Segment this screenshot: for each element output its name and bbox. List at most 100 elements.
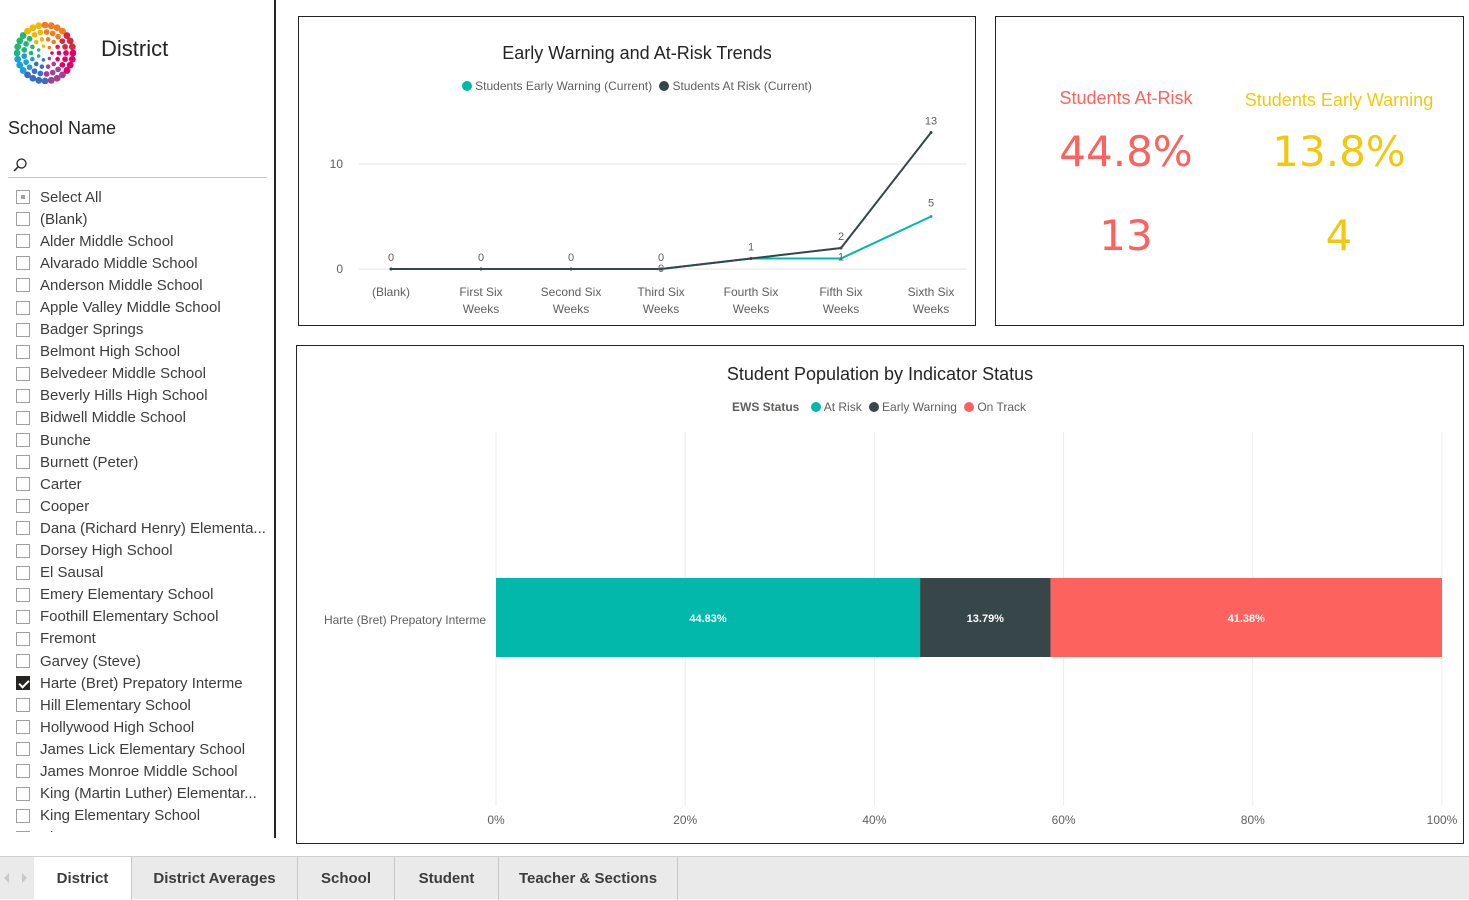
slicer-item[interactable]: Dorsey High School (16, 540, 268, 562)
slicer-item[interactable]: Belmont High School (16, 341, 268, 363)
checkbox[interactable] (16, 521, 30, 536)
checkbox[interactable] (16, 433, 30, 448)
tab-school[interactable]: School (298, 857, 395, 900)
slicer-item[interactable]: Burnett (Peter) (16, 451, 268, 473)
checkbox[interactable] (16, 300, 30, 315)
checkbox[interactable] (16, 212, 30, 227)
slicer-item[interactable]: James Lick Elementary School (16, 738, 268, 760)
tab-prev-icon[interactable] (4, 873, 9, 883)
checkbox[interactable] (16, 543, 30, 558)
slicer-item[interactable]: Select All (16, 186, 268, 208)
logo-dot (35, 76, 43, 84)
checkbox[interactable] (16, 565, 30, 580)
checkbox[interactable] (16, 278, 30, 293)
slicer-item[interactable]: Hollywood High School (16, 716, 268, 738)
tab-teacher-sections[interactable]: Teacher & Sections (499, 857, 678, 900)
checkbox[interactable] (16, 609, 30, 624)
logo-dot (23, 41, 29, 47)
slicer-item[interactable]: Bidwell Middle School (16, 407, 268, 429)
slicer-item[interactable]: King Elementary School (16, 805, 268, 827)
slicer-item[interactable]: Alder Middle School (16, 230, 268, 252)
checkbox[interactable] (16, 234, 30, 249)
slicer-item[interactable]: Badger Springs (16, 319, 268, 341)
checkbox[interactable] (16, 830, 30, 832)
logo-dot (21, 53, 28, 59)
slicer-item[interactable]: Hill Elementary School (16, 694, 268, 716)
slicer-item[interactable]: James Monroe Middle School (16, 760, 268, 782)
slicer-item-label: Dorsey High School (40, 542, 173, 560)
slicer-item[interactable]: Garvey (Steve) (16, 650, 268, 672)
checkbox[interactable] (16, 786, 30, 801)
series-line (391, 131, 932, 270)
logo-dot (63, 50, 69, 56)
checkbox[interactable] (16, 587, 30, 602)
checkbox[interactable] (16, 631, 30, 646)
slicer-item[interactable]: Fremont (16, 628, 268, 650)
slicer-item[interactable]: Belvedeer Middle School (16, 363, 268, 385)
checkbox[interactable] (16, 190, 30, 205)
checkbox[interactable] (16, 654, 30, 669)
slicer-item-label: Dana (Richard Henry) Elementa... (40, 519, 266, 537)
slicer-item-label: Hill Elementary School (40, 696, 191, 714)
slicer-item-label: El Sausal (40, 564, 104, 582)
slicer-item[interactable]: Emery Elementary School (16, 584, 268, 606)
slicer-item[interactable]: Beverly Hills High School (16, 385, 268, 407)
slicer-search-input[interactable] (8, 154, 267, 178)
slicer-item-label: Fremont (40, 630, 96, 648)
checkbox[interactable] (16, 366, 30, 381)
slicer-item[interactable]: King (Martin Luther) Elementar... (16, 783, 268, 805)
slicer-item[interactable]: Bunche (16, 429, 268, 451)
data-point (929, 131, 933, 134)
tab-district[interactable]: District (34, 857, 132, 900)
checkbox[interactable] (16, 499, 30, 514)
x-tick-label: First Six (459, 285, 502, 299)
slicer-item-label: Beverly Hills High School (40, 387, 208, 405)
slicer-item[interactable]: Foothill Elementary School (16, 606, 268, 628)
checkbox[interactable] (16, 322, 30, 337)
page-tab-bar: District District Averages School Student Te… (0, 856, 1469, 900)
logo-dot (59, 38, 66, 45)
checkbox[interactable] (16, 256, 30, 271)
checkbox[interactable] (16, 344, 30, 359)
checkbox[interactable] (16, 742, 30, 757)
slicer-item[interactable]: Harte (Bret) Prepatory Interme (16, 672, 268, 694)
checkbox[interactable] (16, 410, 30, 425)
slicer-item-label: Hollywood High School (40, 718, 195, 736)
slicer-item[interactable]: Dana (Richard Henry) Elementa... (16, 517, 268, 539)
checkbox[interactable] (16, 676, 30, 691)
logo-dot (30, 44, 35, 50)
checkbox[interactable] (16, 698, 30, 713)
checkbox[interactable] (16, 808, 30, 823)
x-tick-label: 60% (1052, 813, 1076, 827)
slicer-item[interactable]: Apple Valley Middle School (16, 296, 268, 318)
checkbox[interactable] (16, 388, 30, 403)
checkbox[interactable] (16, 477, 30, 492)
x-tick-label: Weeks (913, 302, 949, 316)
checkbox[interactable] (16, 764, 30, 779)
checkbox[interactable] (16, 720, 30, 735)
tab-district-averages[interactable]: District Averages (132, 857, 298, 900)
logo-dot (21, 47, 28, 53)
checkbox[interactable] (16, 455, 30, 470)
population-stacked-bar-chart[interactable]: 0% 20% 40% 60% 80% 100% Harte (Bret) Prepatory… (297, 346, 1463, 843)
logo-dot (59, 61, 66, 68)
logo-dot (47, 76, 55, 84)
kpi-early-warning-count: 4 (1325, 211, 1353, 260)
kpi-at-risk-percent: 44.8% (1059, 127, 1193, 176)
tab-next-icon[interactable] (22, 873, 27, 883)
slicer-item[interactable]: El Sausal (16, 562, 268, 584)
slicer-item-label: Belmont High School (40, 343, 181, 361)
slicer-item[interactable]: Carter (16, 473, 268, 495)
tab-student[interactable]: Student (395, 857, 499, 900)
trend-line-chart[interactable]: 010(Blank) First SixWeeksSecond SixWeeksT… (299, 17, 975, 325)
trend-chart-panel: Early Warning and At-Risk Trends Student… (298, 16, 976, 326)
district-logo (14, 22, 76, 84)
slicer-item[interactable]: (Blank) (16, 208, 268, 230)
logo-dot (49, 69, 56, 76)
slicer-item[interactable]: Alvarado Middle School (16, 252, 268, 274)
slicer-item[interactable]: Anderson Middle School (16, 274, 268, 296)
tab-scroll-nav[interactable] (0, 857, 34, 900)
slicer-item-label: Belvedeer Middle School (40, 365, 206, 383)
slicer-item[interactable]: Cooper (16, 495, 268, 517)
slicer-item[interactable]: Kings Estates (16, 827, 268, 832)
